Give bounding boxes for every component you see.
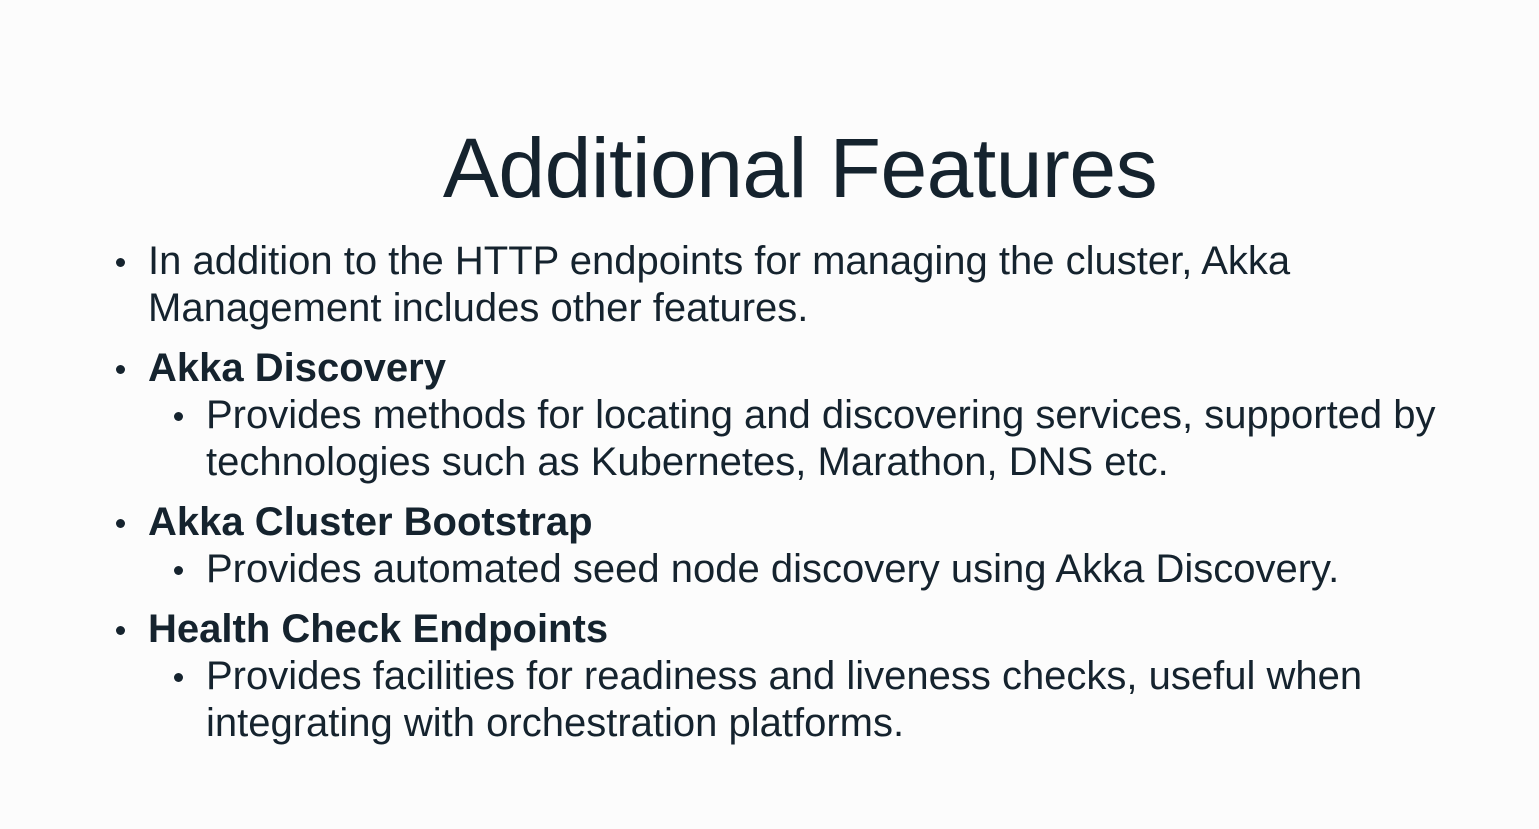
sub-bullet-item: Provides automated seed node discovery u… [174,546,1508,593]
sub-bullet-item: Provides facilities for readiness and li… [174,653,1508,747]
bullet-dot-icon [116,626,125,635]
bullet-item-cluster-bootstrap: Akka Cluster Bootstrap Provides automate… [116,499,1508,593]
slide-title: Additional Features [442,121,1158,215]
bullet-dot-icon [116,519,125,528]
bullet-dot-icon [116,258,125,267]
bullet-heading: Akka Cluster Bootstrap [148,500,593,544]
bullet-heading: Health Check Endpoints [148,607,609,651]
sub-bullet-text: Provides automated seed node discovery u… [206,547,1340,591]
bullet-dot-icon [174,412,183,421]
sub-bullet-list: Provides facilities for readiness and li… [148,653,1508,747]
slide: Additional Features In addition to the H… [0,0,1539,829]
sub-bullet-list: Provides automated seed node discovery u… [148,546,1508,593]
bullet-item-health-check: Health Check Endpoints Provides faciliti… [116,606,1508,747]
bullet-item-intro: In addition to the HTTP endpoints for ma… [116,238,1508,332]
bullet-heading: Akka Discovery [148,346,446,390]
bullet-dot-icon [116,365,125,374]
bullet-text: In addition to the HTTP endpoints for ma… [148,239,1291,330]
sub-bullet-text: Provides methods for locating and discov… [206,393,1436,484]
bullet-dot-icon [174,566,183,575]
bullet-list: In addition to the HTTP endpoints for ma… [116,238,1508,760]
bullet-dot-icon [174,673,183,682]
sub-bullet-list: Provides methods for locating and discov… [148,392,1508,486]
sub-bullet-text: Provides facilities for readiness and li… [206,654,1363,745]
sub-bullet-item: Provides methods for locating and discov… [174,392,1508,486]
bullet-item-akka-discovery: Akka Discovery Provides methods for loca… [116,345,1508,486]
